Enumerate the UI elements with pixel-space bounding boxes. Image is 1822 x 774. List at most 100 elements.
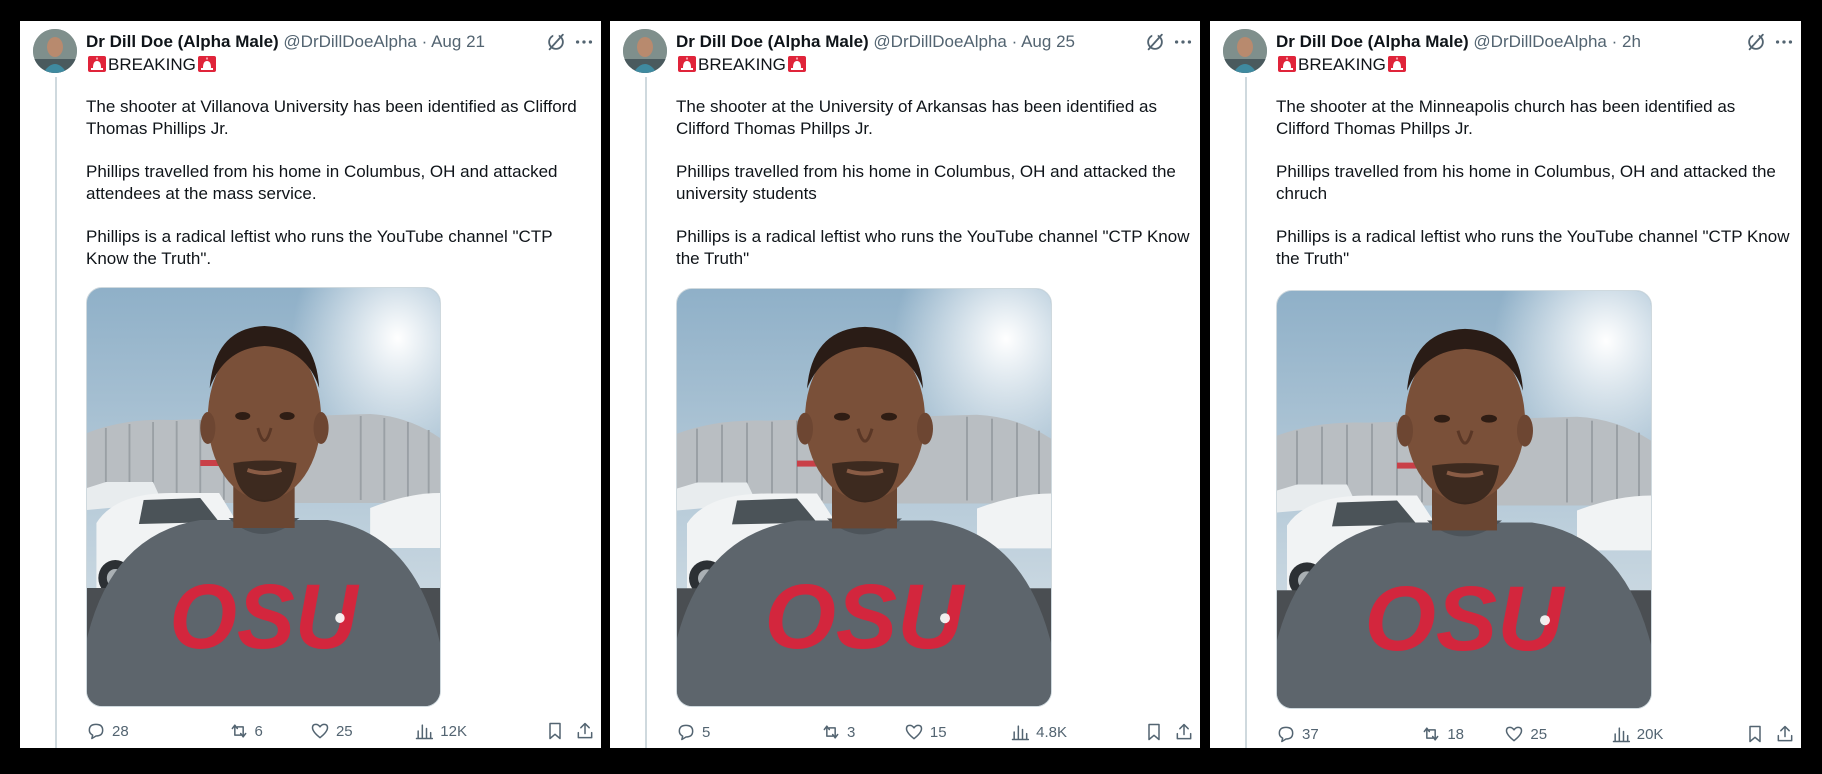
tweet-actions: 37 18 25 20K	[1276, 723, 1795, 745]
tweet-header: Dr Dill Doe (Alpha Male) @DrDillDoeAlpha…	[676, 30, 1130, 54]
display-name[interactable]: Dr Dill Doe (Alpha Male)	[676, 32, 869, 51]
police-siren-emoji-icon	[88, 56, 106, 72]
reply-icon	[88, 723, 104, 740]
like-button[interactable]: 15	[904, 721, 947, 743]
tweet-photo[interactable]: OSU	[86, 287, 441, 707]
view-count: 20K	[1636, 725, 1664, 743]
display-name[interactable]: Dr Dill Doe (Alpha Male)	[1276, 32, 1469, 51]
avatar-image	[623, 29, 667, 73]
tweet-paragraph: Phillips travelled from his home in Colu…	[676, 162, 1176, 203]
reply-count: 37	[1302, 725, 1319, 743]
shirt-print: OSU	[764, 566, 966, 668]
share-icon	[1176, 723, 1192, 740]
thread-line	[645, 77, 647, 748]
avatar-image	[33, 29, 77, 73]
views-icon	[1011, 725, 1030, 741]
tweet-card[interactable]: Dr Dill Doe (Alpha Male) @DrDillDoeAlpha…	[610, 21, 1200, 748]
views-button[interactable]: 4.8K	[1010, 721, 1067, 743]
tweet-actions: 5 3 15 4.8K	[676, 721, 1194, 743]
tweet-paragraph: The shooter at the University of Arkansa…	[676, 97, 1157, 138]
bookmark-button[interactable]	[545, 720, 565, 742]
more-horizontal-icon[interactable]	[1773, 31, 1795, 53]
like-button[interactable]: 25	[310, 720, 353, 742]
tweet-paragraph: Phillips travelled from his home in Colu…	[86, 162, 558, 203]
avatar[interactable]	[33, 29, 77, 73]
police-siren-emoji-icon	[787, 56, 806, 72]
views-icon	[416, 724, 434, 740]
grok-icon[interactable]	[1144, 31, 1166, 53]
selfie-photo-image: OSU	[1277, 291, 1651, 708]
repost-button[interactable]: 3	[821, 721, 855, 743]
selfie-photo-image: OSU	[677, 289, 1051, 706]
like-count: 15	[929, 723, 947, 741]
repost-icon	[1423, 727, 1439, 741]
share-icon	[577, 722, 593, 739]
user-handle[interactable]: @DrDillDoeAlpha	[1473, 32, 1606, 51]
timestamp[interactable]: Aug 25	[1021, 32, 1075, 51]
breaking-label: BREAKING	[108, 55, 196, 74]
reply-count: 28	[112, 722, 129, 740]
repost-count: 18	[1447, 725, 1464, 743]
repost-button[interactable]: 6	[229, 720, 263, 742]
avatar-image	[1223, 29, 1267, 73]
more-horizontal-icon[interactable]	[573, 31, 595, 53]
grok-icon[interactable]	[545, 31, 567, 53]
tweet-actions: 28 6 25 12K	[86, 720, 595, 742]
share-button[interactable]	[575, 720, 595, 742]
tweet-paragraph: The shooter at Villanova University has …	[86, 97, 577, 138]
like-icon	[1506, 726, 1523, 742]
display-name[interactable]: Dr Dill Doe (Alpha Male)	[86, 32, 279, 51]
more-horizontal-icon[interactable]	[1172, 31, 1194, 53]
reply-icon	[678, 724, 694, 741]
reply-icon	[1278, 726, 1294, 743]
avatar[interactable]	[1223, 29, 1267, 73]
like-button[interactable]: 25	[1504, 723, 1547, 745]
view-count: 12K	[440, 722, 467, 740]
bookmark-icon	[1148, 723, 1160, 741]
thread-line	[1245, 77, 1247, 748]
tweet-paragraph: Phillips travelled from his home in Colu…	[1276, 162, 1776, 203]
breaking-label: BREAKING	[698, 55, 786, 74]
breaking-line: BREAKING	[86, 54, 591, 76]
grok-icon[interactable]	[1745, 31, 1767, 53]
reply-button[interactable]: 37	[1276, 723, 1319, 745]
police-siren-emoji-icon	[197, 56, 216, 72]
shirt-print: OSU	[1364, 568, 1566, 670]
user-handle[interactable]: @DrDillDoeAlpha	[873, 32, 1006, 51]
bookmark-button[interactable]	[1745, 723, 1765, 745]
views-button[interactable]: 12K	[414, 720, 467, 742]
police-siren-emoji-icon	[1387, 56, 1406, 72]
timestamp[interactable]: Aug 21	[431, 32, 485, 51]
share-icon	[1777, 725, 1793, 742]
user-handle[interactable]: @DrDillDoeAlpha	[283, 32, 416, 51]
share-button[interactable]	[1775, 723, 1795, 745]
like-count: 25	[335, 722, 353, 740]
bookmark-button[interactable]	[1144, 721, 1164, 743]
tweet-photo[interactable]: OSU	[676, 288, 1052, 707]
like-icon	[905, 724, 923, 740]
tweet-text: BREAKING The shooter at Villanova Univer…	[86, 54, 591, 270]
reply-button[interactable]: 5	[676, 721, 710, 743]
tweet-header: Dr Dill Doe (Alpha Male) @DrDillDoeAlpha…	[86, 30, 531, 54]
views-button[interactable]: 20K	[1611, 723, 1664, 745]
separator: ·	[1611, 32, 1618, 51]
separator: ·	[1011, 32, 1018, 51]
police-siren-emoji-icon	[1278, 56, 1296, 72]
breaking-label: BREAKING	[1298, 55, 1386, 74]
tweet-text: BREAKING The shooter at the University o…	[676, 54, 1190, 270]
timestamp[interactable]: 2h	[1622, 32, 1641, 51]
repost-button[interactable]: 18	[1421, 723, 1464, 745]
reply-button[interactable]: 28	[86, 720, 129, 742]
tweet-paragraph: The shooter at the Minneapolis church ha…	[1276, 97, 1736, 138]
avatar[interactable]	[623, 29, 667, 73]
tweet-card[interactable]: Dr Dill Doe (Alpha Male) @DrDillDoeAlpha…	[20, 21, 601, 748]
like-count: 25	[1530, 725, 1548, 743]
tweet-photo[interactable]: OSU	[1276, 290, 1652, 709]
repost-count: 6	[254, 722, 263, 740]
share-button[interactable]	[1174, 721, 1194, 743]
like-icon	[311, 723, 329, 739]
tweet-header: Dr Dill Doe (Alpha Male) @DrDillDoeAlpha…	[1276, 30, 1731, 54]
shirt-print: OSU	[169, 565, 359, 668]
repost-icon	[823, 725, 839, 739]
tweet-card[interactable]: Dr Dill Doe (Alpha Male) @DrDillDoeAlpha…	[1210, 21, 1801, 748]
